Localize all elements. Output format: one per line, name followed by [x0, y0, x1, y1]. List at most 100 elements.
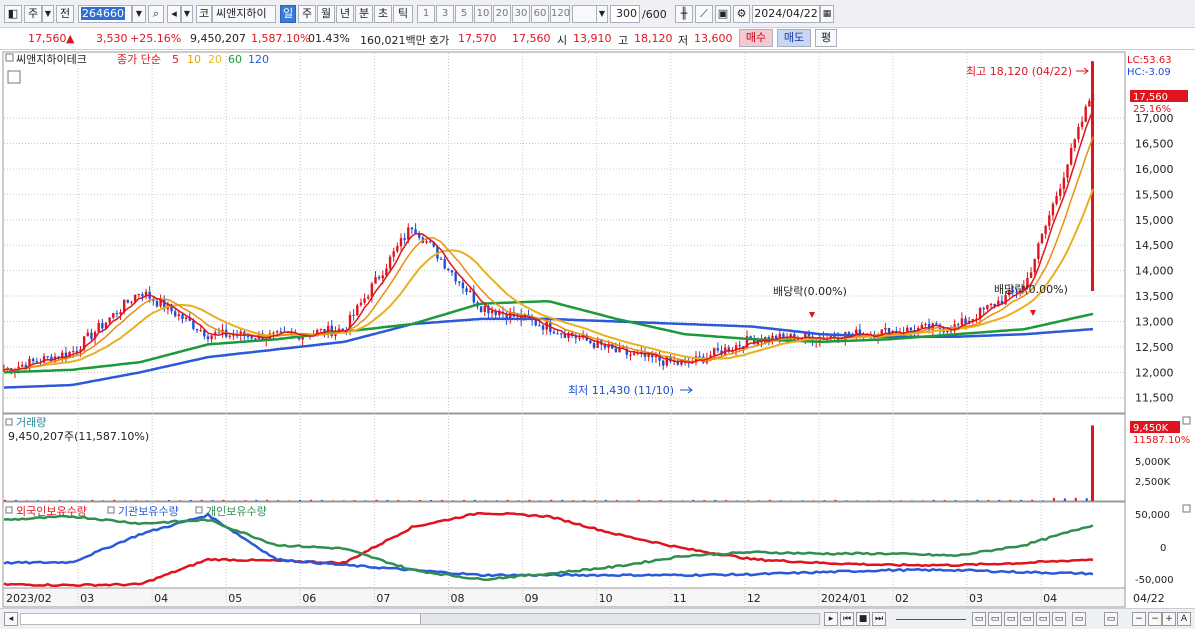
- prev-button[interactable]: 전: [56, 5, 74, 23]
- save-icon[interactable]: ▣: [715, 5, 731, 23]
- market-dropdown-icon[interactable]: ▼: [42, 5, 54, 23]
- volume-bar: [58, 500, 61, 501]
- period-month-tab[interactable]: 월: [317, 5, 335, 23]
- count-input[interactable]: 300: [610, 5, 640, 23]
- volume-bar: [1052, 498, 1055, 501]
- volume-bar: [834, 499, 837, 501]
- dividend-annotation-1: 배당락(0.00%): [773, 285, 847, 298]
- candle-body: [367, 296, 370, 299]
- minus-icon[interactable]: −: [1148, 612, 1162, 626]
- date-input[interactable]: 2024/04/22: [752, 5, 820, 23]
- minute-20-button[interactable]: 20: [493, 5, 511, 23]
- volume-bar: [604, 499, 607, 501]
- holdings-close-icon[interactable]: [1182, 504, 1191, 513]
- minute-custom-dropdown-icon[interactable]: ▼: [596, 5, 608, 23]
- candle-body: [425, 241, 428, 243]
- layout5-icon[interactable]: ▭: [1036, 612, 1050, 626]
- scroll-next-icon[interactable]: ⏭: [872, 612, 886, 626]
- minute-3-button[interactable]: 3: [436, 5, 454, 23]
- layout1-icon[interactable]: ▭: [972, 612, 986, 626]
- volume-bar: [91, 499, 94, 501]
- line-tool-icon[interactable]: ⟋: [695, 5, 713, 23]
- candle-body: [461, 282, 465, 289]
- zoom-out-icon[interactable]: −: [1132, 612, 1146, 626]
- volume-bar: [528, 499, 531, 501]
- candle-body: [359, 302, 363, 306]
- scroll-prev-icon[interactable]: ⏮: [840, 612, 854, 626]
- period-year-tab[interactable]: 년: [336, 5, 354, 23]
- layout8-icon[interactable]: ▭: [1104, 612, 1118, 626]
- price-tag: 17,560 25.16%: [1130, 90, 1188, 115]
- settings-gear-icon[interactable]: ⚙: [733, 5, 750, 23]
- minute-10-button[interactable]: 10: [474, 5, 492, 23]
- speaker-icon[interactable]: ◂: [167, 5, 181, 23]
- period-day-tab[interactable]: 일: [280, 5, 296, 23]
- period-minute-tab[interactable]: 분: [355, 5, 373, 23]
- candle-body: [614, 348, 618, 353]
- stock-code-input[interactable]: 264660: [78, 5, 132, 23]
- code-dropdown-icon[interactable]: ▼: [132, 5, 146, 23]
- volume-bar: [4, 499, 6, 501]
- layout3-icon[interactable]: ▭: [1004, 612, 1018, 626]
- scrollbar-thumb[interactable]: [21, 614, 421, 624]
- period-week-tab[interactable]: 주: [298, 5, 316, 23]
- evaluate-button[interactable]: 평: [815, 29, 837, 47]
- candle-body: [1062, 177, 1066, 189]
- volume-bar: [626, 500, 629, 501]
- layout2-icon[interactable]: ▭: [988, 612, 1002, 626]
- grid-toggle-icon[interactable]: [7, 70, 21, 84]
- low-label: 저: [678, 34, 689, 47]
- market-select[interactable]: 주: [24, 5, 42, 23]
- volume-bar: [615, 500, 618, 501]
- volume-close-icon[interactable]: [1182, 416, 1191, 425]
- period-tick-tab[interactable]: 틱: [393, 5, 413, 23]
- volume-bar: [200, 499, 203, 501]
- legend-stock-name: 씨앤지하이테크: [16, 52, 87, 66]
- candle-body: [909, 327, 913, 331]
- minute-5-button[interactable]: 5: [455, 5, 473, 23]
- volume-bar: [681, 500, 684, 501]
- speaker-dropdown-icon[interactable]: ▼: [181, 5, 193, 23]
- kospi-button[interactable]: 코: [196, 5, 212, 23]
- candle-body: [465, 288, 468, 292]
- time-tick-label: 04: [154, 592, 168, 605]
- candle-body: [279, 331, 283, 333]
- font-size-icon[interactable]: A: [1177, 612, 1191, 626]
- search-icon[interactable]: ⌕: [148, 5, 164, 23]
- volume-bar: [146, 500, 149, 501]
- minute-1-button[interactable]: 1: [417, 5, 435, 23]
- zoom-in-icon[interactable]: +: [1162, 612, 1176, 626]
- chart-svg[interactable]: 씨앤지하이테크 종가 단순 5 10 20 60 120 LC:53.63 HC…: [0, 51, 1195, 608]
- volume-bar: [921, 500, 924, 501]
- candle-body: [1029, 272, 1033, 278]
- minute-60-button[interactable]: 60: [531, 5, 549, 23]
- scrollbar-track[interactable]: [20, 613, 820, 625]
- stop-icon[interactable]: ■: [856, 612, 870, 626]
- candle-body: [195, 328, 199, 331]
- layout6-icon[interactable]: ▭: [1052, 612, 1066, 626]
- window-menu-icon[interactable]: ◧: [4, 5, 22, 23]
- price-y-axis: 17,00016,50016,00015,50015,00014,50014,0…: [1135, 112, 1174, 405]
- minute-30-button[interactable]: 30: [512, 5, 530, 23]
- layout7-icon[interactable]: ▭: [1072, 612, 1086, 626]
- volume-bar: [80, 500, 83, 501]
- sell-button[interactable]: 매도: [777, 29, 811, 47]
- scroll-right-icon[interactable]: ▸: [824, 612, 838, 626]
- minute-120-button[interactable]: 120: [550, 5, 570, 23]
- candle-type-icon[interactable]: ╫: [675, 5, 693, 23]
- layout4-icon[interactable]: ▭: [1020, 612, 1034, 626]
- buy-button[interactable]: 매수: [739, 29, 773, 47]
- volume-bar: [517, 500, 520, 501]
- candle-body: [388, 256, 392, 269]
- price-tick-label: 14,000: [1135, 265, 1174, 278]
- candle-body: [126, 299, 130, 303]
- high-annotation: 최고 18,120 (04/22): [966, 65, 1072, 78]
- calendar-icon[interactable]: ▦: [820, 5, 834, 23]
- scroll-left-icon[interactable]: ◂: [4, 612, 18, 626]
- zoom-slider[interactable]: [896, 619, 966, 620]
- period-second-tab[interactable]: 초: [374, 5, 392, 23]
- volume-bar: [746, 500, 749, 501]
- volume-bar: [878, 500, 881, 501]
- volume-bar: [244, 500, 247, 501]
- volume-bar: [725, 500, 728, 501]
